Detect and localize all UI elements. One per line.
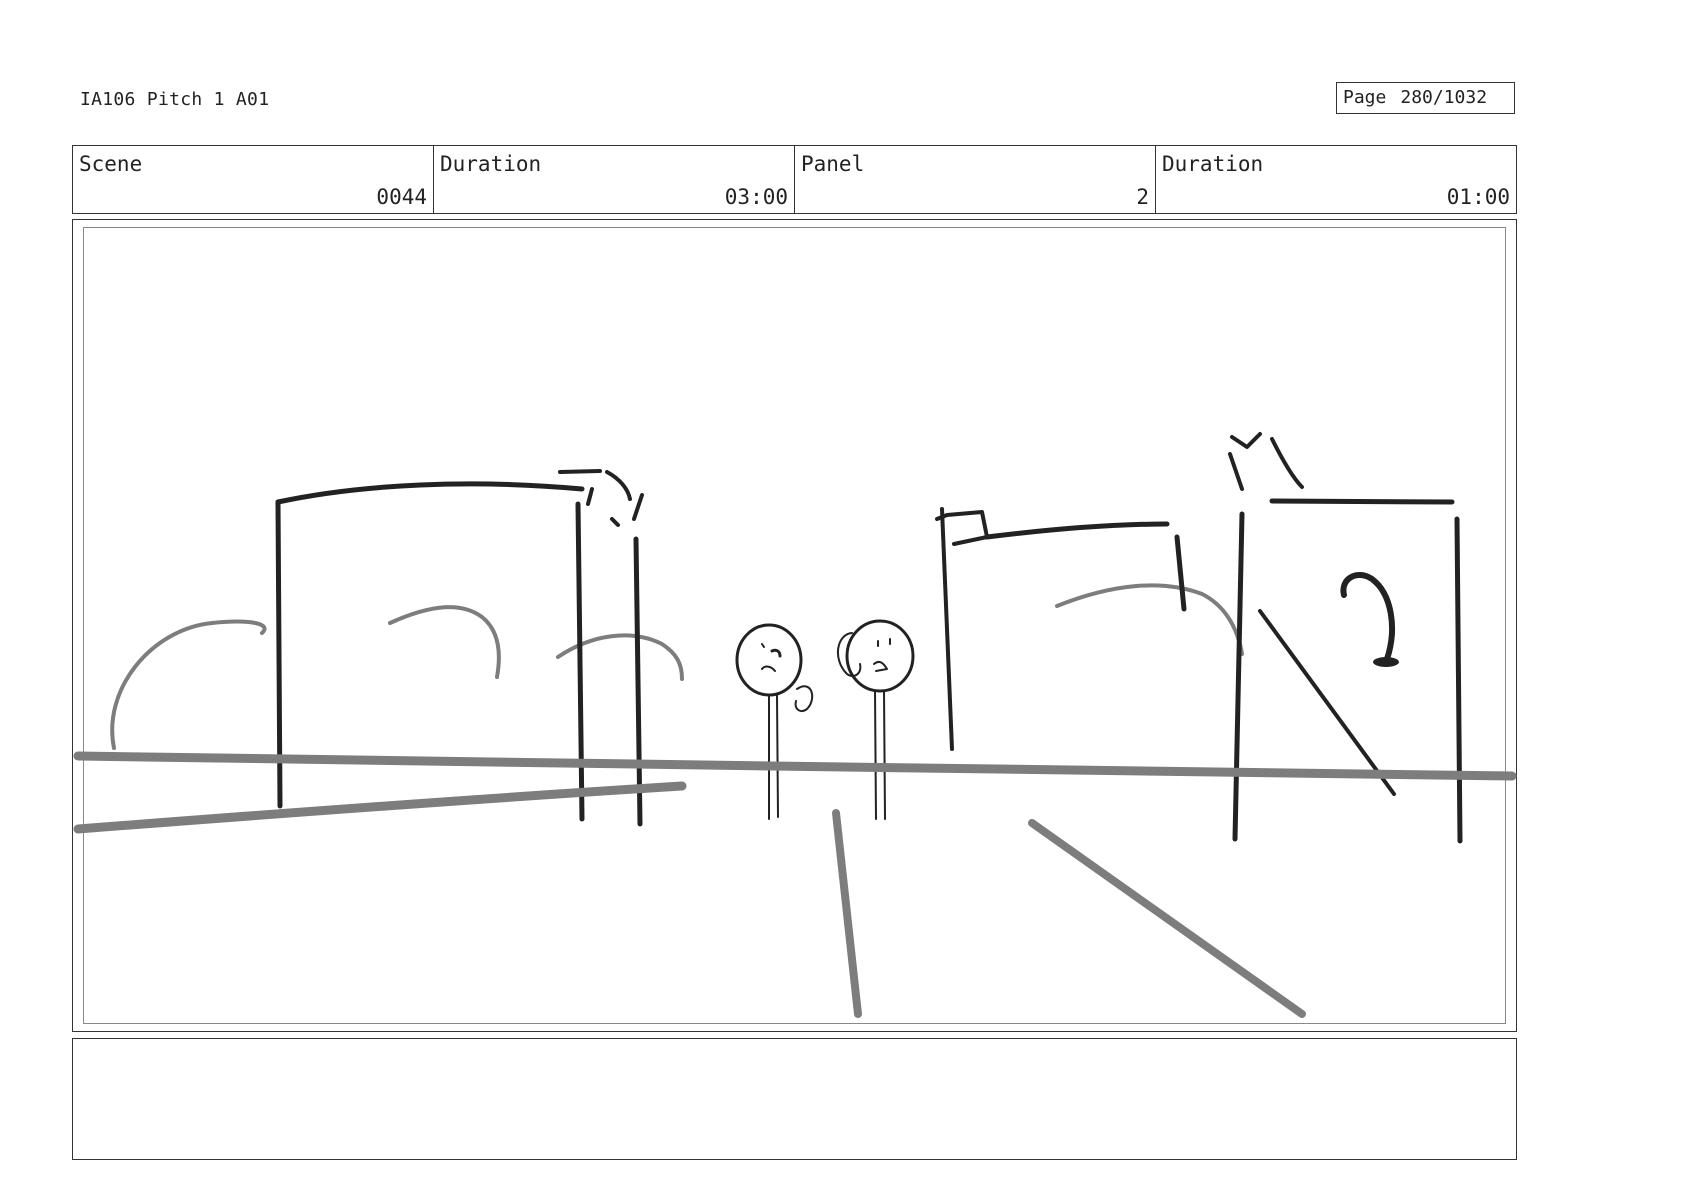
panel-duration-value: 01:00 [1446,185,1510,209]
notes-box [72,1038,1517,1160]
ground-lines [73,751,1517,1018]
page-number: 280/1032 [1400,87,1488,108]
character-right [837,619,915,820]
scene-cell: Scene 0044 [73,146,434,213]
storyboard-sketch [73,432,1517,1018]
panel-duration-cell: Duration 01:00 [1156,146,1516,213]
panel-duration-label: Duration [1162,152,1264,176]
page-label: Page [1343,87,1387,108]
scene-duration-cell: Duration 03:00 [434,146,795,213]
character-left [735,623,814,820]
left-building [275,469,644,827]
scene-duration-label: Duration [440,152,542,176]
scene-label: Scene [79,152,143,176]
panel-value: 2 [1136,185,1149,209]
page-indicator: Page 280/1032 [1336,82,1515,114]
panel-cell: Panel 2 [795,146,1156,213]
project-title: IA106 Pitch 1 A01 [80,89,270,110]
scene-value: 0044 [376,185,427,209]
right-building [1228,432,1463,844]
panel-label: Panel [801,152,865,176]
middle-building [935,507,1187,751]
scene-duration-value: 03:00 [724,185,788,209]
panel-info-row: Scene 0044 Duration 03:00 Panel 2 Durati… [72,145,1517,214]
